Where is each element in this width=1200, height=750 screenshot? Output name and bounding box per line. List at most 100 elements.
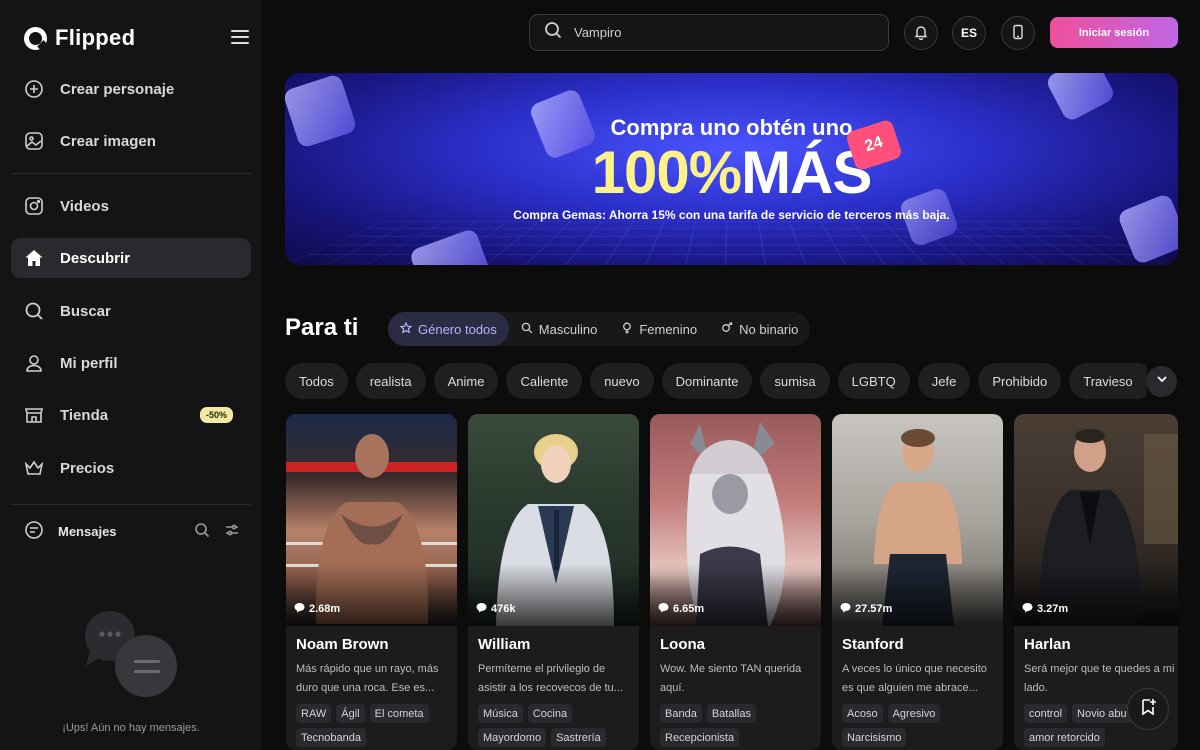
character-description: Wow. Me siento TAN querida aquí. <box>660 663 802 694</box>
sidebar-item-label: Mi perfil <box>60 354 118 372</box>
tag[interactable]: El cometa <box>369 704 429 723</box>
chat-bubble-icon <box>658 602 669 616</box>
chat-icon <box>24 520 44 543</box>
tag[interactable]: Acoso <box>842 704 883 723</box>
banner-percent: 100% <box>591 139 742 206</box>
promo-banner[interactable]: Compra uno obtén uno 100%MÁS 24 Compra G… <box>285 73 1178 265</box>
image-icon <box>24 131 44 151</box>
search-bar[interactable] <box>529 14 889 51</box>
search-icon <box>521 322 533 337</box>
sidebar-item-label: Buscar <box>60 302 111 320</box>
chip-todos[interactable]: Todos <box>285 363 348 399</box>
chat-count: 27.57m <box>840 602 892 616</box>
sidebar-item-label: Tienda <box>60 406 109 424</box>
character-card[interactable]: 2.68m Noam Brown Más rápido que un rayo,… <box>286 414 457 750</box>
character-name: Stanford <box>842 636 904 653</box>
logo-icon <box>24 26 47 50</box>
sidebar-item-videos[interactable]: Videos <box>11 186 251 226</box>
sidebar-divider <box>11 504 251 505</box>
sidebar-item-crear-imagen[interactable]: Crear imagen <box>11 121 251 161</box>
sidebar-item-precios[interactable]: Precios <box>11 448 251 488</box>
notifications-button[interactable] <box>904 16 938 50</box>
character-card[interactable]: 476k William Permíteme el privilegio de … <box>468 414 639 750</box>
tag[interactable]: control <box>1024 704 1068 723</box>
search-icon[interactable] <box>194 522 210 541</box>
sidebar-item-label: Crear personaje <box>60 80 175 98</box>
tag[interactable]: Música <box>478 704 523 723</box>
character-tags: RAW Ágil El cometa Tecnobanda <box>296 704 456 747</box>
chip-anime[interactable]: Anime <box>433 363 499 399</box>
gender-nonbinary-tab[interactable]: No binario <box>709 312 810 346</box>
sidebar: Flipped Crear personaje Crear imagen Vid… <box>0 0 262 750</box>
chat-bubble-icon <box>294 602 305 616</box>
chip-jefe[interactable]: Jefe <box>917 363 971 399</box>
create-character-button[interactable] <box>1127 688 1169 730</box>
login-button[interactable]: Iniciar sesión <box>1050 17 1178 48</box>
sidebar-item-label: Descubrir <box>60 249 131 267</box>
tag[interactable]: Narcisismo <box>842 728 907 747</box>
crown-icon <box>24 458 44 478</box>
character-card[interactable]: 6.65m Loona Wow. Me siento TAN querida a… <box>650 414 821 750</box>
character-card[interactable]: 27.57m Stanford A veces lo único que nec… <box>832 414 1003 750</box>
plus-square-icon <box>24 79 44 99</box>
chat-bubble-icon <box>840 602 851 616</box>
chat-count: 3.27m <box>1022 602 1068 616</box>
star-icon <box>399 321 413 337</box>
sidebar-item-descubrir[interactable]: Descubrir <box>11 238 251 278</box>
phone-icon <box>1010 24 1026 43</box>
mobile-app-button[interactable] <box>1001 16 1035 50</box>
tag[interactable]: Novio abu <box>1072 704 1132 723</box>
tag[interactable]: Mayordomo <box>478 728 547 747</box>
logo[interactable]: Flipped <box>24 25 135 51</box>
chips-expand-button[interactable] <box>1146 366 1177 397</box>
chip-travieso[interactable]: Travieso <box>1069 363 1147 399</box>
chip-caliente[interactable]: Caliente <box>506 363 583 399</box>
chip-lgbtq[interactable]: LGBTQ <box>837 363 910 399</box>
chat-count: 476k <box>476 602 515 616</box>
banner-offer: 100%MÁS <box>285 141 1178 205</box>
section-title: Para ti <box>285 314 359 341</box>
chip-nuevo[interactable]: nuevo <box>590 363 654 399</box>
home-icon <box>24 248 44 268</box>
search-input[interactable] <box>574 25 854 40</box>
chip-prohibido[interactable]: Prohibido <box>978 363 1062 399</box>
tag[interactable]: Cocina <box>527 704 573 723</box>
filter-icon[interactable] <box>224 522 240 541</box>
chip-dominante[interactable]: Dominante <box>661 363 753 399</box>
tag[interactable]: RAW <box>296 704 332 723</box>
language-button[interactable]: ES <box>952 16 986 50</box>
gender-female-tab[interactable]: Femenino <box>609 312 709 346</box>
tag[interactable]: amor retorcido <box>1024 728 1105 747</box>
menu-icon[interactable] <box>231 30 249 44</box>
tag[interactable]: Banda <box>660 704 702 723</box>
gender-filter: Género todos Masculino Femenino No binar… <box>388 312 811 346</box>
search-icon <box>24 301 44 321</box>
sidebar-item-crear-personaje[interactable]: Crear personaje <box>11 69 251 109</box>
store-icon <box>24 405 44 425</box>
empty-messages-text: ¡Ups! Aún no hay mensajes. <box>62 722 200 734</box>
female-icon <box>621 322 633 337</box>
bookmark-plus-icon <box>1139 698 1157 721</box>
sidebar-item-buscar[interactable]: Buscar <box>11 291 251 331</box>
sidebar-item-tienda[interactable]: Tienda -50% <box>11 395 251 435</box>
character-name: Harlan <box>1024 636 1071 653</box>
nonbinary-icon <box>721 321 733 337</box>
character-tags: Acoso Agresivo Narcisismo <box>842 704 1002 747</box>
empty-messages-icon <box>85 611 177 697</box>
tag[interactable]: Agresivo <box>887 704 941 723</box>
tag[interactable]: Sastrería <box>551 728 606 747</box>
gender-all-tab[interactable]: Género todos <box>388 312 509 346</box>
chip-realista[interactable]: realista <box>355 363 426 399</box>
chip-sumisa[interactable]: sumisa <box>760 363 830 399</box>
tag[interactable]: Batallas <box>706 704 756 723</box>
gender-male-tab[interactable]: Masculino <box>509 312 610 346</box>
discount-badge: -50% <box>199 407 233 423</box>
tag[interactable]: Recepcionista <box>660 728 740 747</box>
banner-headline: Compra uno obtén uno <box>610 115 853 140</box>
character-tags: Música Cocina Mayordomo Sastrería <box>478 704 638 747</box>
tag[interactable]: Ágil <box>336 704 365 723</box>
tag[interactable]: Tecnobanda <box>296 728 366 747</box>
sidebar-item-label: Precios <box>60 459 115 477</box>
sidebar-item-mi-perfil[interactable]: Mi perfil <box>11 343 251 383</box>
chat-count: 6.65m <box>658 602 704 616</box>
